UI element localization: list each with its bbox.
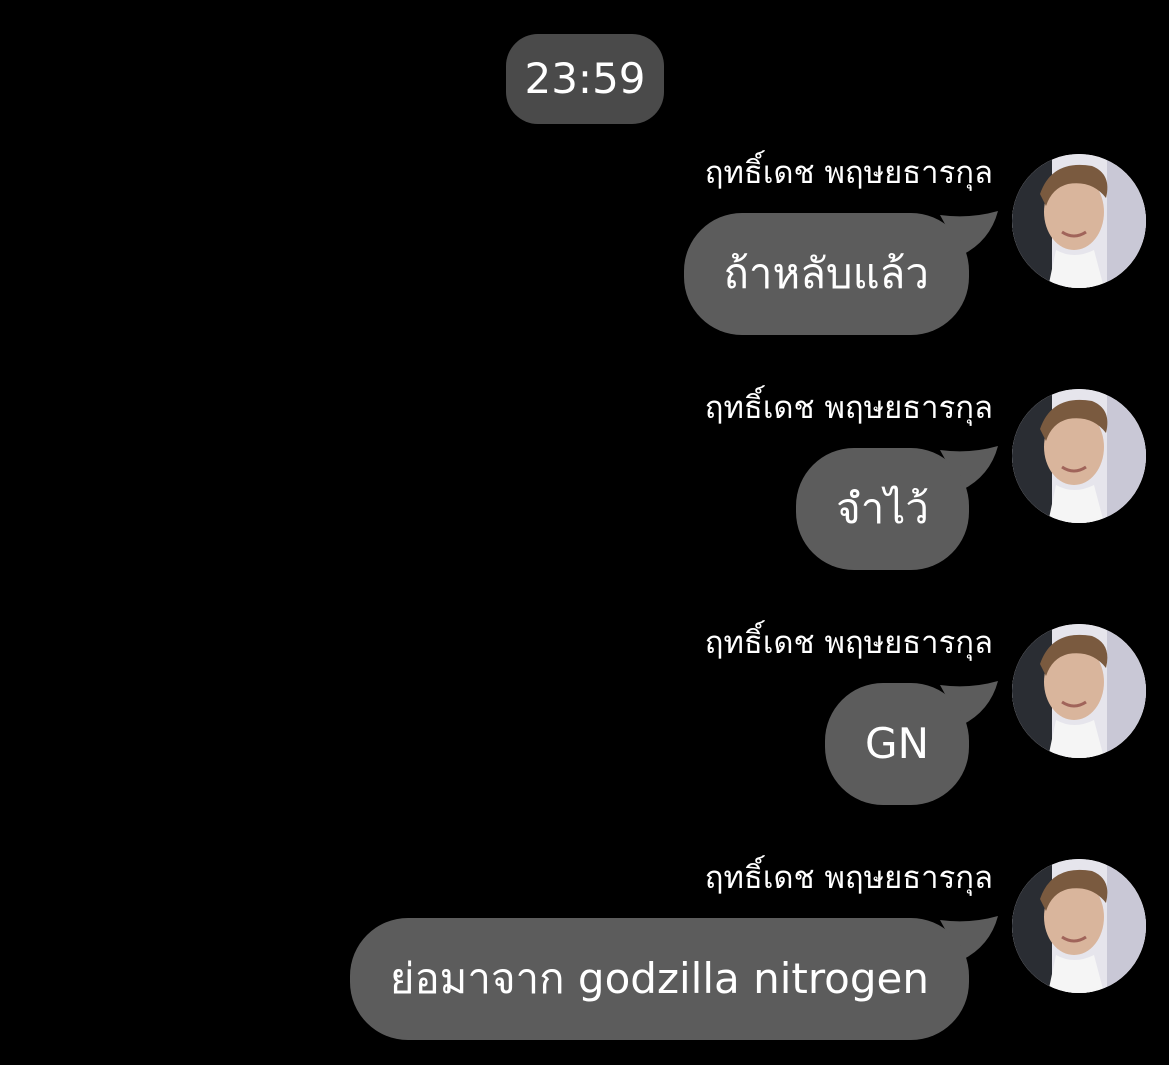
message-row: ฤทธิ์เดช พฤษยธารกุล จำไว้ (0, 388, 1169, 623)
message-text: ย่อมาจาก godzilla nitrogen (389, 954, 929, 1003)
sender-name: ฤทธิ์เดช พฤษยธารกุล (704, 390, 993, 426)
message-bubble[interactable]: ย่อมาจาก godzilla nitrogen (349, 918, 969, 1040)
sender-name: ฤทธิ์เดช พฤษยธารกุล (704, 860, 993, 896)
message-bubble[interactable]: จำไว้ (796, 448, 969, 570)
message-row: ฤทธิ์เดช พฤษยธารกุล ย่อมาจาก godzilla ni… (0, 858, 1169, 1065)
message-row: ฤทธิ์เดช พฤษยธารกุล ถ้าหลับแล้ว (0, 153, 1169, 388)
sender-avatar[interactable] (1012, 624, 1146, 758)
timestamp-text: 23:59 (524, 54, 646, 103)
sender-name: ฤทธิ์เดช พฤษยธารกุล (704, 625, 993, 661)
chat-screen: 23:59 ฤทธิ์เดช พฤษยธารกุล ถ้าหลับแล้ว ฤท… (0, 0, 1169, 1065)
message-bubble[interactable]: GN (825, 683, 969, 805)
message-bubble[interactable]: ถ้าหลับแล้ว (683, 213, 969, 335)
message-row: ฤทธิ์เดช พฤษยธารกุล GN (0, 623, 1169, 858)
avatar-icon (1012, 624, 1146, 758)
avatar-icon (1012, 859, 1146, 993)
avatar-icon (1012, 389, 1146, 523)
sender-avatar[interactable] (1012, 389, 1146, 523)
sender-avatar[interactable] (1012, 859, 1146, 993)
avatar-icon (1012, 154, 1146, 288)
timestamp-pill: 23:59 (506, 34, 664, 124)
message-text: ถ้าหลับแล้ว (723, 249, 930, 298)
message-text: จำไว้ (836, 484, 929, 533)
message-text: GN (865, 719, 929, 768)
sender-avatar[interactable] (1012, 154, 1146, 288)
sender-name: ฤทธิ์เดช พฤษยธารกุล (704, 155, 993, 191)
